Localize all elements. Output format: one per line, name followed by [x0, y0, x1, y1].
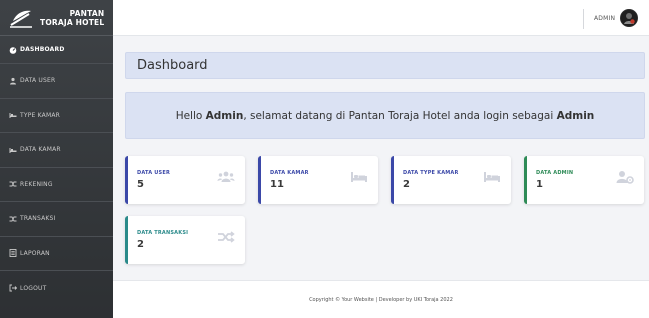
sidebar: PANTAN TORAJA HOTEL DASHBOARD DATA USER …	[0, 0, 113, 318]
card-value: 11	[270, 179, 284, 190]
page-title: Dashboard	[125, 52, 645, 79]
sidebar-item-type-kamar[interactable]: TYPE KAMAR	[0, 99, 113, 133]
brand-line2: TORAJA HOTEL	[40, 17, 105, 27]
card-data-admin[interactable]: DATA ADMIN 1	[524, 156, 644, 204]
shuffle-icon	[9, 180, 17, 188]
users-icon	[217, 171, 235, 182]
sidebar-item-label: LOGOUT	[20, 284, 47, 292]
brand-title: PANTAN TORAJA HOTEL	[40, 9, 104, 27]
dashboard-icon	[9, 46, 17, 54]
welcome-pre: Hello	[175, 109, 206, 122]
sidebar-item-transaksi[interactable]: TRANSAKSI	[0, 202, 113, 237]
sidebar-item-data-kamar[interactable]: DATA KAMAR	[0, 133, 113, 168]
topbar: ADMIN	[113, 0, 649, 36]
card-label: DATA TRANSAKSI	[137, 230, 189, 236]
sidebar-item-label: DASHBOARD	[20, 46, 65, 53]
bed-icon	[9, 111, 17, 119]
card-label: DATA USER	[137, 170, 170, 176]
card-label: DATA ADMIN	[536, 170, 574, 176]
card-data-kamar[interactable]: DATA KAMAR 11	[258, 156, 378, 204]
sidebar-item-label: TYPE KAMAR	[20, 111, 61, 119]
shuffle-icon	[218, 231, 235, 243]
footer: Copyright © Your Website | Developer by …	[113, 280, 649, 318]
sidebar-item-logout[interactable]: LOGOUT	[0, 271, 113, 306]
sidebar-item-dashboard[interactable]: DASHBOARD	[0, 36, 113, 64]
card-value: 2	[403, 179, 410, 190]
user-icon	[9, 77, 17, 85]
report-icon	[9, 249, 17, 258]
sidebar-item-label: LAPORAN	[20, 249, 50, 257]
avatar[interactable]	[620, 9, 638, 27]
shuffle-icon	[9, 215, 17, 223]
welcome-role: Admin	[556, 109, 595, 122]
brand-line1: PANTAN	[69, 8, 105, 18]
card-data-transaksi[interactable]: DATA TRANSAKSI 2	[125, 216, 245, 264]
card-label: DATA KAMAR	[270, 170, 309, 176]
card-value: 5	[137, 179, 144, 190]
logout-icon	[9, 284, 17, 292]
hotel-logo-icon	[8, 7, 34, 29]
card-data-type-kamar[interactable]: DATA TYPE KAMAR 2	[391, 156, 511, 204]
avatar-image-icon	[621, 10, 637, 26]
user-cog-icon	[616, 171, 634, 184]
sidebar-item-rekening[interactable]: REKENING	[0, 168, 113, 202]
bed-icon	[484, 172, 500, 182]
welcome-banner: Hello Admin, selamat datang di Pantan To…	[125, 92, 645, 139]
welcome-name: Admin	[205, 109, 244, 122]
sidebar-item-label: DATA USER	[20, 77, 56, 85]
sidebar-item-label: DATA KAMAR	[20, 146, 61, 154]
card-value: 2	[137, 239, 144, 250]
welcome-mid: , selamat datang di Pantan Toraja Hotel …	[243, 109, 557, 122]
topbar-divider	[583, 9, 584, 29]
sidebar-item-data-user[interactable]: DATA USER	[0, 64, 113, 99]
card-value: 1	[536, 179, 543, 190]
sidebar-item-label: REKENING	[20, 180, 53, 188]
card-data-user[interactable]: DATA USER 5	[125, 156, 245, 204]
bed-icon	[351, 172, 367, 182]
bed-icon	[9, 146, 17, 154]
sidebar-item-laporan[interactable]: LAPORAN	[0, 237, 113, 271]
footer-copyright: Copyright © Your Website | Developer by …	[309, 296, 453, 303]
user-name[interactable]: ADMIN	[594, 15, 615, 22]
brand[interactable]: PANTAN TORAJA HOTEL	[0, 0, 113, 36]
welcome-text: Hello Admin, selamat datang di Pantan To…	[176, 110, 595, 122]
card-label: DATA TYPE KAMAR	[403, 170, 459, 176]
sidebar-item-label: TRANSAKSI	[20, 215, 56, 223]
